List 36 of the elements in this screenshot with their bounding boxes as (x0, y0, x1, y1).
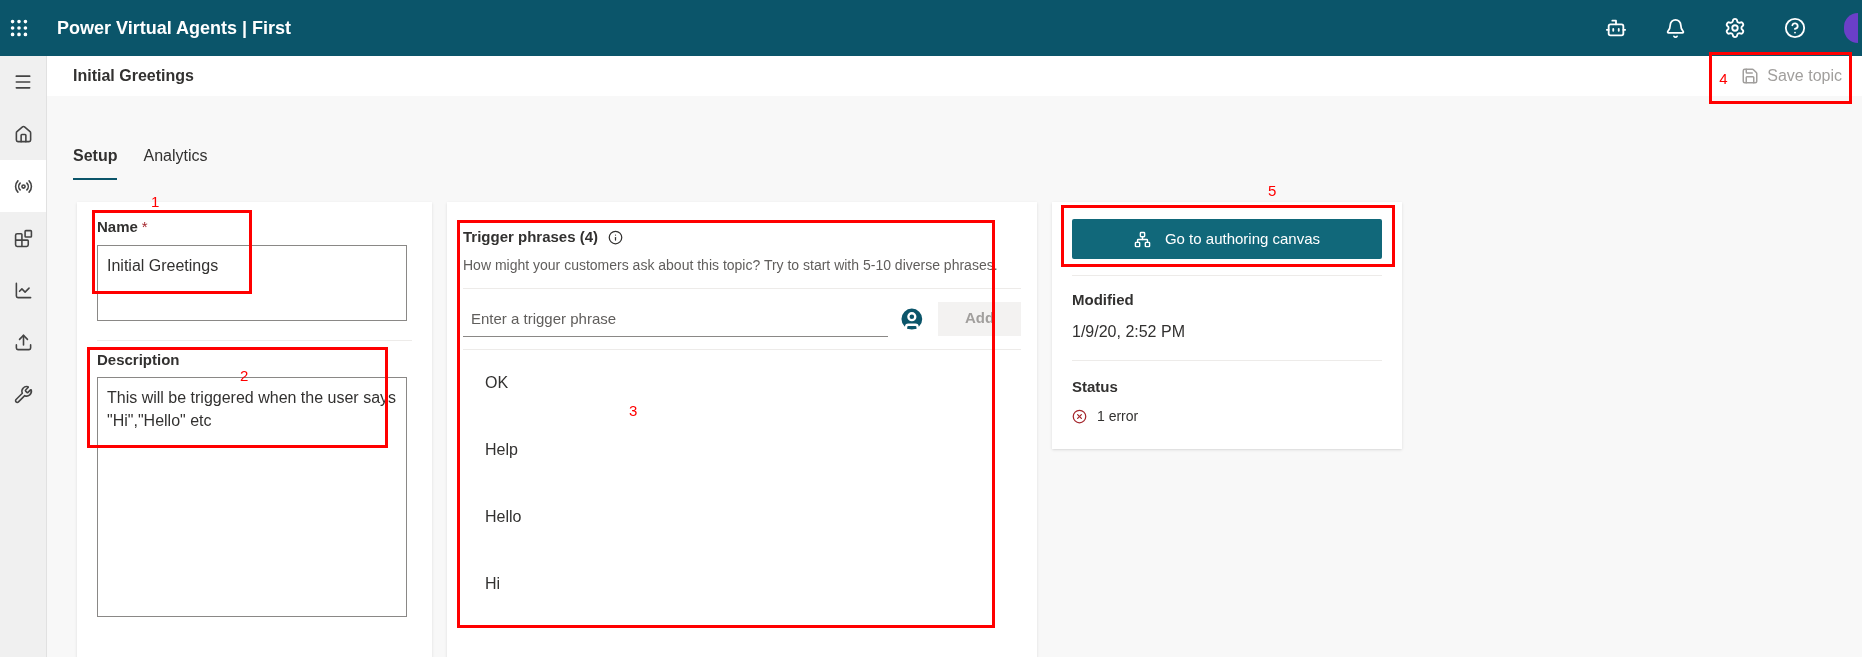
annotation-number: 5 (1268, 183, 1277, 198)
annotation-number: 4 (1719, 71, 1728, 86)
help-icon[interactable] (1784, 17, 1806, 39)
name-field[interactable]: Initial Greetings (97, 244, 407, 321)
field-label: Description (97, 349, 181, 370)
home-icon (13, 124, 33, 144)
blocks-icon (13, 228, 33, 248)
annotation-number: 3 (629, 403, 638, 418)
authoring-canvas-button[interactable]: Go to authoring canvas (1072, 219, 1382, 259)
bot-icon[interactable] (1605, 17, 1627, 39)
trigger-phrase[interactable]: OK (485, 371, 509, 395)
save-icon (1741, 67, 1760, 85)
required-mark: * (141, 217, 148, 237)
app-title: Power Virtual Agents | First (57, 16, 292, 40)
info-icon (608, 229, 624, 245)
page-title: Initial Greetings (73, 66, 194, 86)
error-icon (1072, 409, 1087, 424)
upload-icon (13, 332, 33, 352)
trigger-phrase[interactable]: Help (485, 438, 518, 462)
trigger-phrase[interactable]: Hi (485, 572, 501, 596)
notifications-icon[interactable] (1665, 17, 1686, 39)
status-text: 1 error (1097, 407, 1139, 426)
annotation-number: 1 (151, 194, 160, 209)
field-label: Name (97, 217, 138, 237)
card-title: Trigger phrases (4) (463, 227, 599, 247)
tab[interactable]: Analytics (143, 144, 208, 180)
tab[interactable]: Setup (73, 144, 118, 180)
field-label: Status (1072, 376, 1119, 397)
wrench-icon (13, 384, 33, 404)
field-label: Modified (1072, 290, 1135, 310)
trigger-phrase[interactable]: Hello (485, 505, 522, 529)
settings-icon[interactable] (1724, 17, 1746, 39)
modified-date: 1/9/20, 2:52 PM (1072, 321, 1186, 342)
sitemap-icon (1133, 230, 1151, 248)
line-chart-icon (13, 280, 33, 300)
trigger-phrase-input[interactable]: Enter a trigger phrase (463, 300, 889, 337)
